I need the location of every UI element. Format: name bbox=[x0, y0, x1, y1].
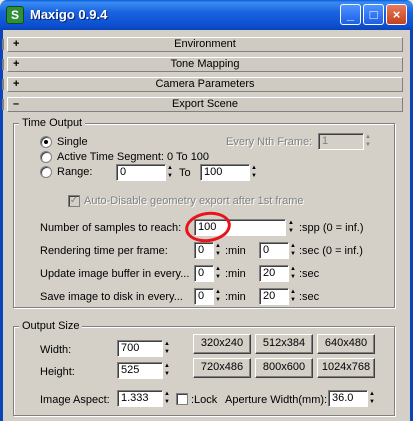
every-nth-label: Every Nth Frame: bbox=[226, 136, 313, 148]
rollout-edge-mark bbox=[2, 99, 4, 110]
range-to-input[interactable]: 100 bbox=[200, 164, 250, 181]
close-button[interactable]: × bbox=[386, 4, 407, 25]
range-radio[interactable] bbox=[40, 166, 52, 178]
rollout-label: Environment bbox=[174, 38, 236, 50]
active-segment-label: Active Time Segment: 0 To 100 bbox=[57, 151, 210, 163]
app-icon: S bbox=[6, 6, 24, 24]
save-sec-spinner[interactable]: ▲ ▼ bbox=[289, 288, 297, 305]
preset-800x600-button[interactable]: 800x600 bbox=[255, 358, 313, 378]
update-sec-input[interactable]: 20 bbox=[259, 265, 289, 282]
active-segment-radio[interactable] bbox=[40, 151, 52, 163]
rollout-label: Export Scene bbox=[171, 98, 239, 110]
preset-1024x768-button[interactable]: 1024x768 bbox=[317, 358, 375, 378]
rendering-time-label: Rendering time per frame: bbox=[40, 245, 168, 257]
aperture-label: Aperture Width(mm): bbox=[225, 394, 328, 406]
height-input[interactable]: 525 bbox=[117, 362, 163, 379]
rollout-label: Tone Mapping bbox=[170, 58, 240, 70]
single-label: Single bbox=[57, 136, 88, 148]
image-aspect-label: Image Aspect: bbox=[40, 394, 110, 406]
auto-disable-checkbox[interactable]: ✓ bbox=[68, 195, 80, 207]
range-to-label: To bbox=[179, 167, 191, 179]
rollout-export-scene[interactable]: – Export Scene bbox=[7, 97, 403, 112]
rendering-sec-input[interactable]: 0 bbox=[259, 242, 289, 259]
save-image-label: Save image to disk in every... bbox=[40, 291, 183, 303]
window-title: Maxigo 0.9.4 bbox=[30, 7, 108, 22]
auto-disable-label: Auto-Disable geometry export after 1st f… bbox=[84, 195, 304, 207]
single-radio[interactable] bbox=[40, 136, 52, 148]
width-spinner[interactable]: ▲ ▼ bbox=[163, 340, 171, 357]
minimize-button[interactable]: _ bbox=[340, 4, 361, 25]
range-label: Range: bbox=[57, 166, 93, 178]
preset-320x240-button[interactable]: 320x240 bbox=[193, 334, 251, 354]
rendering-min-input[interactable]: 0 bbox=[194, 242, 214, 259]
every-nth-spinner[interactable]: ▲ ▼ bbox=[364, 133, 372, 150]
rollout-edge-mark bbox=[2, 79, 4, 90]
save-min-spinner[interactable]: ▲ ▼ bbox=[214, 288, 222, 305]
title-bar: S Maxigo 0.9.4 _ □ × bbox=[0, 0, 413, 30]
width-input[interactable]: 700 bbox=[117, 340, 163, 357]
preset-720x486-button[interactable]: 720x486 bbox=[193, 358, 251, 378]
update-min-label: :min bbox=[225, 268, 246, 280]
image-aspect-spinner[interactable]: ▲ ▼ bbox=[163, 390, 171, 407]
rollout-edge-mark bbox=[2, 59, 4, 70]
rollout-label: Camera Parameters bbox=[155, 78, 255, 90]
samples-spinner[interactable]: ▲ ▼ bbox=[287, 219, 295, 236]
range-from-spinner[interactable]: ▲ ▼ bbox=[166, 164, 174, 181]
height-label: Height: bbox=[40, 366, 75, 378]
rendering-sec-spinner[interactable]: ▲ ▼ bbox=[289, 242, 297, 259]
range-from-input[interactable]: 0 bbox=[116, 164, 166, 181]
maximize-button[interactable]: □ bbox=[363, 4, 384, 25]
update-sec-unit: :sec bbox=[299, 268, 320, 280]
image-aspect-input[interactable]: 1.333 bbox=[117, 390, 163, 407]
save-min-input[interactable]: 0 bbox=[194, 288, 214, 305]
save-min-label: :min bbox=[225, 291, 246, 303]
output-size-title: Output Size bbox=[19, 320, 83, 332]
save-sec-input[interactable]: 20 bbox=[259, 288, 289, 305]
rollout-environment[interactable]: + Environment bbox=[7, 37, 403, 52]
every-nth-input[interactable]: 1 bbox=[318, 133, 364, 150]
update-buffer-label: Update image buffer in every... bbox=[40, 268, 190, 280]
lock-label: :Lock bbox=[191, 394, 218, 406]
rendering-min-spinner[interactable]: ▲ ▼ bbox=[214, 242, 222, 259]
width-label: Width: bbox=[40, 344, 72, 356]
time-output-title: Time Output bbox=[19, 117, 86, 129]
rollout-tone-mapping[interactable]: + Tone Mapping bbox=[7, 57, 403, 72]
rendering-min-label: :min bbox=[225, 245, 246, 257]
samples-label: Number of samples to reach: bbox=[40, 222, 182, 234]
update-min-input[interactable]: 0 bbox=[194, 265, 214, 282]
preset-512x384-button[interactable]: 512x384 bbox=[255, 334, 313, 354]
height-spinner[interactable]: ▲ ▼ bbox=[163, 362, 171, 379]
rollout-edge-mark bbox=[2, 39, 4, 50]
rollout-camera-parameters[interactable]: + Camera Parameters bbox=[7, 77, 403, 92]
lock-checkbox[interactable] bbox=[176, 393, 188, 405]
aperture-spinner[interactable]: ▲ ▼ bbox=[368, 390, 376, 407]
rendering-sec-unit: :sec (0 = inf.) bbox=[299, 245, 363, 257]
update-sec-spinner[interactable]: ▲ ▼ bbox=[289, 265, 297, 282]
aperture-input[interactable]: 36.0 bbox=[328, 390, 368, 407]
preset-640x480-button[interactable]: 640x480 bbox=[317, 334, 375, 354]
update-min-spinner[interactable]: ▲ ▼ bbox=[214, 265, 222, 282]
range-to-spinner[interactable]: ▲ ▼ bbox=[250, 164, 258, 181]
save-sec-unit: :sec bbox=[299, 291, 320, 303]
samples-unit: :spp (0 = inf.) bbox=[299, 222, 364, 234]
